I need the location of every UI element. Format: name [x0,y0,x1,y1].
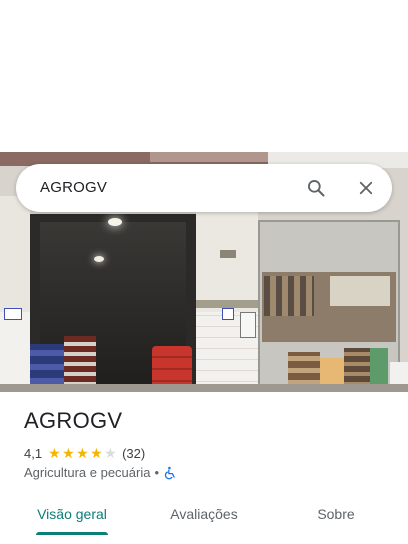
rating-value: 4,1 [24,445,43,461]
search-input[interactable]: AGROGV [40,179,107,196]
search-icon[interactable] [302,174,330,202]
place-category: Agricultura e pecuária [24,465,151,480]
place-title: AGROGV [24,408,123,433]
tab-reviews[interactable]: Avaliações [156,496,252,532]
search-bar[interactable]: AGROGV [16,164,392,212]
tab-about[interactable]: Sobre [288,496,384,532]
star-icon: ★ [76,445,89,461]
close-icon[interactable] [352,174,380,202]
rating-row[interactable]: 4,1 ★ ★ ★ ★ ★ (32) [24,444,145,462]
tab-overview[interactable]: Visão geral [24,496,120,532]
active-tab-indicator [36,532,108,535]
star-icon: ★ [104,445,117,461]
star-icon: ★ [62,445,75,461]
star-icon: ★ [48,445,61,461]
map-area [0,0,408,152]
star-icon: ★ [90,445,103,461]
separator: • [154,465,160,480]
wheelchair-icon[interactable] [163,466,177,480]
rating-stars: ★ ★ ★ ★ ★ [48,446,118,460]
review-count[interactable]: (32) [122,446,145,461]
tab-bar: Visão geral Avaliações Sobre [0,496,408,536]
category-row: Agricultura e pecuária • [24,465,177,480]
